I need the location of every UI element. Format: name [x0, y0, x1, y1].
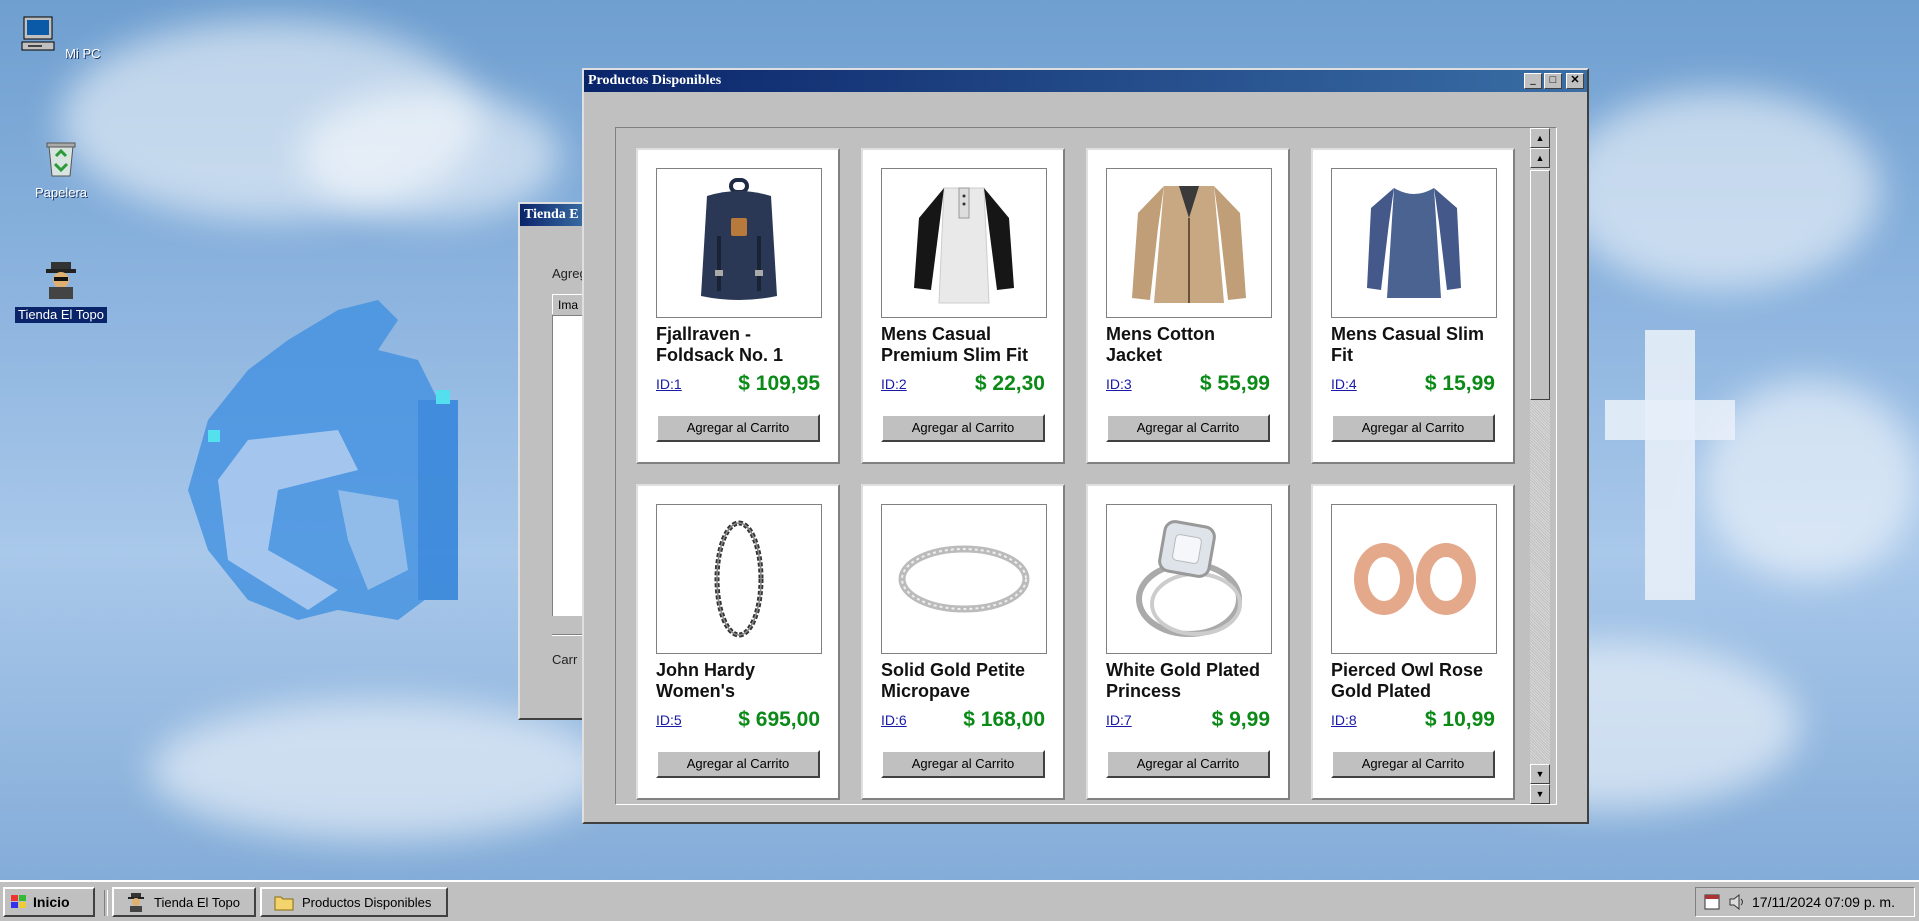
- taskbar-item-productos[interactable]: Productos Disponibles: [260, 887, 448, 917]
- add-to-cart-button[interactable]: Agregar al Carrito: [656, 414, 820, 442]
- close-button[interactable]: ✕: [1566, 73, 1584, 89]
- scheduler-icon[interactable]: [1704, 893, 1722, 911]
- desktop-icon-label: Mi PC: [65, 46, 101, 61]
- system-tray: 17/11/2024 07:09 p. m.: [1695, 887, 1915, 917]
- product-id-link[interactable]: ID:4: [1331, 376, 1357, 392]
- tienda-cart-label: Carr: [552, 652, 578, 667]
- add-to-cart-button[interactable]: Agregar al Carrito: [1106, 414, 1270, 442]
- desktop-icon-my-pc[interactable]: Mi PC: [14, 14, 108, 62]
- start-label: Inicio: [33, 894, 70, 910]
- product-id-link[interactable]: ID:2: [881, 376, 907, 392]
- minimize-button[interactable]: _: [1524, 73, 1542, 89]
- product-card: Solid Gold Petite Micropave ID:6 $ 168,0…: [861, 484, 1065, 800]
- product-card: Mens Cotton Jacket ID:3 $ 55,99 Agregar …: [1086, 148, 1290, 464]
- product-name: Mens Casual Slim Fit: [1331, 324, 1485, 365]
- add-to-cart-button[interactable]: Agregar al Carrito: [881, 414, 1045, 442]
- taskbar-item-label: Tienda El Topo: [154, 894, 241, 910]
- product-price: $ 15,99: [1424, 372, 1495, 395]
- product-id-link[interactable]: ID:1: [656, 376, 682, 392]
- product-card: Mens Casual Slim Fit ID:4 $ 15,99 Agrega…: [1311, 148, 1515, 464]
- product-image: [881, 504, 1047, 654]
- product-price: $ 168,00: [963, 708, 1045, 731]
- window-title-text: Productos Disponibles: [588, 73, 722, 88]
- blue-shirt-icon: [1367, 188, 1461, 298]
- rose-gold-plugs-icon: [1354, 543, 1476, 615]
- product-card: Pierced Owl Rose Gold Plated ID:8 $ 10,9…: [1311, 484, 1515, 800]
- clock[interactable]: 17/11/2024 07:09 p. m.: [1752, 894, 1895, 910]
- product-price: $ 9,99: [1211, 708, 1270, 731]
- volume-icon[interactable]: [1728, 893, 1746, 911]
- product-card: Fjallraven - Foldsack No. 1 ID:1 $ 109,9…: [636, 148, 840, 464]
- scrollbar-thumb[interactable]: [1530, 170, 1550, 400]
- product-name: White Gold Plated Princess: [1106, 660, 1261, 701]
- desktop-icon-tienda[interactable]: Tienda El Topo: [14, 260, 108, 323]
- folder-icon: [274, 896, 294, 911]
- taskbar-divider: [104, 890, 108, 916]
- product-name: Solid Gold Petite Micropave: [881, 660, 1026, 701]
- maximize-button[interactable]: □: [1544, 73, 1562, 89]
- scroll-top-button[interactable]: ▲: [1530, 128, 1550, 148]
- tienda-window[interactable]: Tienda E Agreg Ima Carr: [518, 202, 616, 720]
- product-id-link[interactable]: ID:8: [1331, 712, 1357, 728]
- taskbar-item-tienda[interactable]: Tienda El Topo: [112, 887, 256, 917]
- recycle-bin-icon: [46, 142, 76, 177]
- diamond-ring-icon: [1136, 520, 1242, 637]
- spy-mascot-icon: [46, 262, 76, 299]
- add-to-cart-button[interactable]: Agregar al Carrito: [1106, 750, 1270, 778]
- product-image: [1106, 504, 1272, 654]
- jacket-icon: [1132, 186, 1246, 303]
- product-card: Mens Casual Premium Slim Fit ID:2 $ 22,3…: [861, 148, 1065, 464]
- product-price: $ 55,99: [1199, 372, 1270, 395]
- product-price: $ 22,30: [974, 372, 1045, 395]
- desktop-icon-label: Papelera: [34, 185, 88, 200]
- product-id-link[interactable]: ID:3: [1106, 376, 1132, 392]
- product-card: White Gold Plated Princess ID:7 $ 9,99 A…: [1086, 484, 1290, 800]
- ring-icon: [898, 545, 1030, 613]
- product-id-link[interactable]: ID:5: [656, 712, 682, 728]
- product-name: Pierced Owl Rose Gold Plated: [1331, 660, 1484, 701]
- tienda-window-title[interactable]: Tienda E: [520, 204, 586, 226]
- backpack-icon: [701, 178, 777, 300]
- add-to-cart-button[interactable]: Agregar al Carrito: [881, 750, 1045, 778]
- spy-mascot-icon: [128, 893, 144, 912]
- add-to-cart-button[interactable]: Agregar al Carrito: [656, 750, 820, 778]
- product-name: Mens Casual Premium Slim Fit: [881, 324, 1029, 365]
- add-to-cart-button[interactable]: Agregar al Carrito: [1331, 414, 1495, 442]
- product-name: Fjallraven - Foldsack No. 1: [656, 324, 784, 365]
- products-scroll-panel[interactable]: Fjallraven - Foldsack No. 1 ID:1 $ 109,9…: [615, 127, 1557, 805]
- vertical-scrollbar[interactable]: ▲ ▲ ▼ ▼: [1530, 128, 1550, 804]
- product-price: $ 109,95: [738, 372, 820, 395]
- productos-window[interactable]: Productos Disponibles _ □ ✕ Fjallraven -…: [582, 68, 1589, 824]
- product-price: $ 10,99: [1424, 708, 1495, 731]
- windows-logo-icon: [11, 895, 26, 908]
- start-button[interactable]: Inicio: [3, 887, 95, 917]
- product-name: Mens Cotton Jacket: [1106, 324, 1215, 365]
- scroll-bottom-button[interactable]: ▼: [1530, 784, 1550, 804]
- background-cross: [1605, 330, 1735, 600]
- background-logo: [188, 300, 458, 620]
- product-card: John Hardy Women's ID:5 $ 695,00 Agregar…: [636, 484, 840, 800]
- product-image: [881, 168, 1047, 318]
- scroll-up-button[interactable]: ▲: [1530, 148, 1550, 168]
- product-price: $ 695,00: [738, 708, 820, 731]
- desktop-icon-label: Tienda El Topo: [14, 307, 107, 323]
- product-image: [656, 504, 822, 654]
- add-to-cart-button[interactable]: Agregar al Carrito: [1331, 750, 1495, 778]
- product-id-link[interactable]: ID:6: [881, 712, 907, 728]
- scroll-down-button[interactable]: ▼: [1530, 764, 1550, 784]
- product-image: [1106, 168, 1272, 318]
- desktop-icon-recycle-bin[interactable]: Papelera: [14, 138, 108, 201]
- product-name: John Hardy Women's: [656, 660, 756, 701]
- product-image: [1331, 168, 1497, 318]
- taskbar-item-label: Productos Disponibles: [302, 894, 432, 910]
- product-id-link[interactable]: ID:7: [1106, 712, 1132, 728]
- taskbar: Inicio Tienda El Topo Productos Disponib…: [0, 880, 1919, 921]
- computer-icon: [21, 16, 55, 51]
- bracelet-icon: [714, 520, 764, 638]
- raglan-shirt-icon: [914, 187, 1014, 304]
- product-image: [1331, 504, 1497, 654]
- product-image: [656, 168, 822, 318]
- productos-window-title[interactable]: Productos Disponibles _ □ ✕: [584, 70, 1587, 92]
